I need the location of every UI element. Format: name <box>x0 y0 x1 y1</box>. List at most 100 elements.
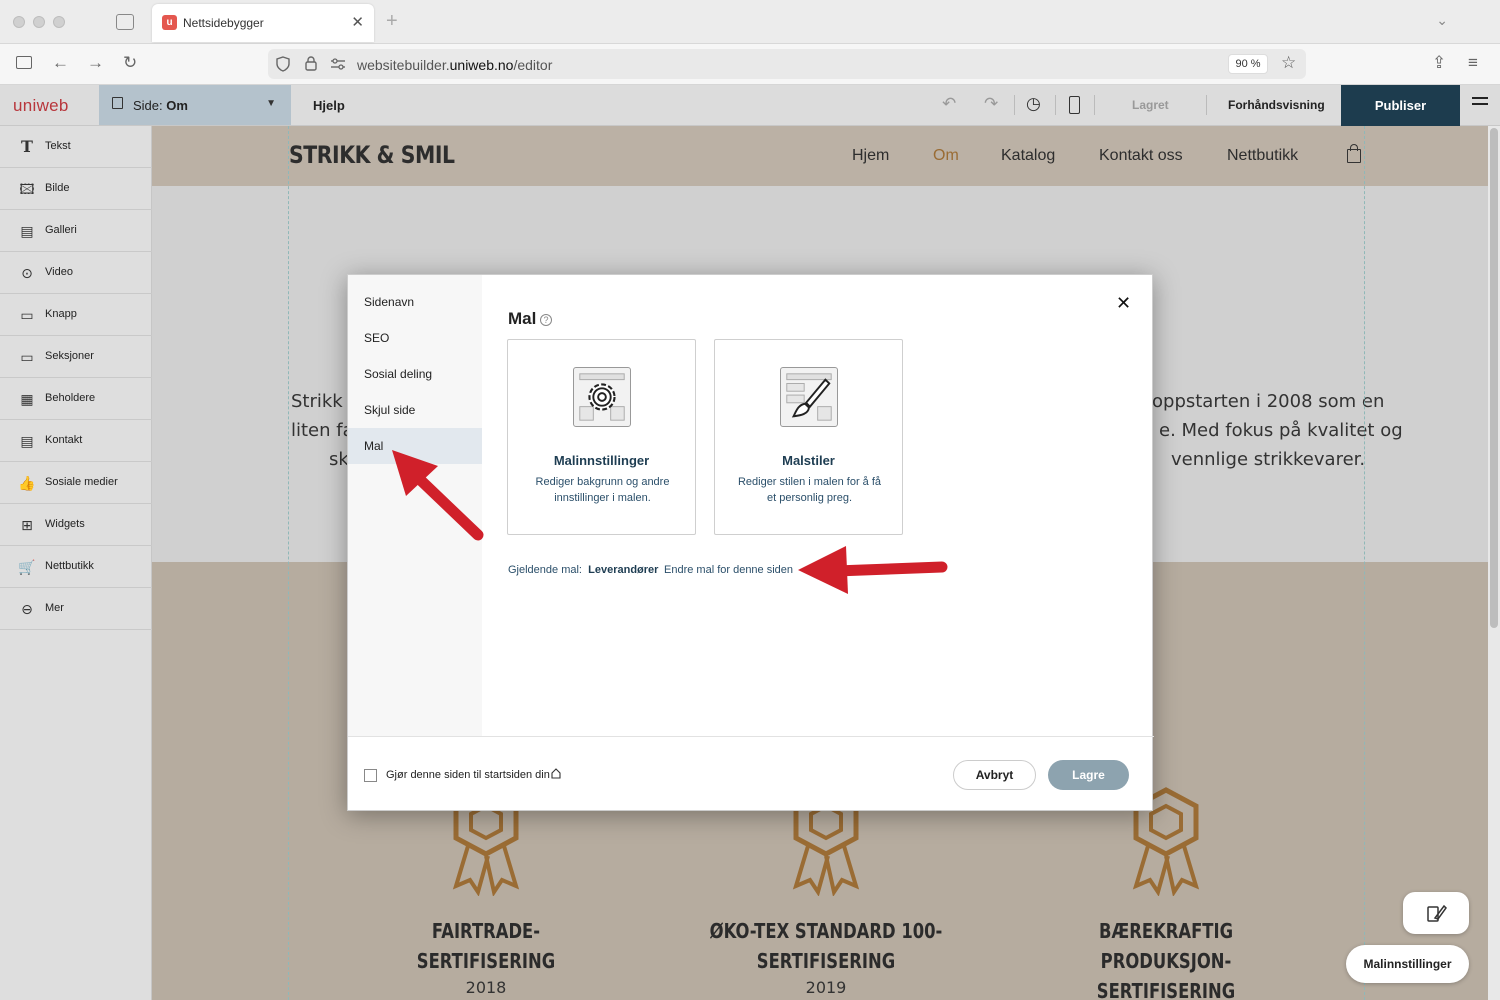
text-icon: T <box>21 137 33 156</box>
sidebar-item-kontakt[interactable]: ▤ Kontakt <box>0 420 152 462</box>
site-header[interactable]: STRIKK & SMIL Hjem Om Katalog Kontakt os… <box>152 126 1488 186</box>
sidebar-item-widgets[interactable]: ⊞ Widgets <box>0 504 152 546</box>
cart-icon: 🛒 <box>18 559 36 575</box>
mobile-view-icon[interactable] <box>1069 96 1080 114</box>
undo-icon[interactable]: ↶ <box>942 94 956 114</box>
nav-item-hjem[interactable]: Hjem <box>852 147 889 165</box>
new-tab-icon[interactable]: + <box>386 10 398 33</box>
hamburger-menu-icon[interactable] <box>1472 97 1488 111</box>
close-icon[interactable]: ✕ <box>1116 293 1131 314</box>
sidebar-item-sosiale-medier[interactable]: 👍 Sosiale medier <box>0 462 152 504</box>
body-text-left-3: sk <box>329 449 349 470</box>
body-text-right-2: e. Med fokus på kvalitet og <box>1159 420 1403 441</box>
nav-item-om[interactable]: Om <box>933 147 959 165</box>
sidebar-item-seksjoner[interactable]: ▭ Seksjoner <box>0 336 152 378</box>
video-icon: ⊙ <box>21 265 33 281</box>
element-sidebar: T Tekst 🖾 Bilde ▤ Galleri ⊙ Video ▭ Knapp ▭ Se… <box>0 126 152 1000</box>
award-year: 2019 <box>805 978 847 997</box>
nav-item-kontakt-oss[interactable]: Kontakt oss <box>1099 147 1183 165</box>
save-button[interactable]: Lagre <box>1048 760 1129 790</box>
help-link[interactable]: Hjelp <box>313 98 345 113</box>
tab-close-icon[interactable]: ✕ <box>351 13 364 31</box>
sidebar-item-tekst[interactable]: T Tekst <box>0 126 152 168</box>
sidebar-item-label: Knapp <box>45 308 77 320</box>
page-label: Side: <box>133 98 163 113</box>
cancel-button[interactable]: Avbryt <box>953 760 1036 790</box>
tab-overview-icon[interactable] <box>116 14 134 30</box>
scroll-thumb[interactable] <box>1490 128 1498 628</box>
sidebar-item-nettbutikk[interactable]: 🛒 Nettbutikk <box>0 546 152 588</box>
publish-button[interactable]: Publiser <box>1341 85 1460 126</box>
award-item: ØKO-TEX STANDARD 100- SERTIFISERING 2019 <box>681 916 971 997</box>
forward-arrow-icon[interactable]: → <box>87 53 104 73</box>
preview-button[interactable]: Forhåndsvisning <box>1228 98 1325 112</box>
card-description: Rediger stilen i malen for å få et perso… <box>737 476 882 504</box>
template-styles-icon <box>780 367 838 427</box>
reader-menu-icon[interactable]: ≡ <box>1468 53 1478 73</box>
button-icon: ▭ <box>20 307 34 323</box>
nav-item-nettbutikk[interactable]: Nettbutikk <box>1227 147 1298 165</box>
browser-toolbar: ← → ↻ websitebuilder.uniweb.no/editor 90… <box>0 44 1500 85</box>
sidebar-item-mer[interactable]: ⊖ Mer <box>0 588 152 630</box>
change-template-link[interactable]: Endre mal for denne siden <box>664 564 793 576</box>
card-description: Rediger bakgrunn og andre innstillinger … <box>535 476 670 504</box>
history-icon[interactable]: ◷ <box>1026 94 1041 114</box>
site-logo[interactable]: STRIKK & SMIL <box>289 141 455 169</box>
reload-icon[interactable]: ↻ <box>123 53 137 73</box>
containers-icon: ▦ <box>20 391 34 407</box>
sidebar-item-video[interactable]: ⊙ Video <box>0 252 152 294</box>
redo-icon[interactable]: ↷ <box>984 94 998 114</box>
window-zoom-button[interactable] <box>53 16 65 28</box>
modal-menu-sidenavn[interactable]: Sidenavn <box>348 284 482 320</box>
template-styles-card[interactable]: Malstiler Rediger stilen i malen for å f… <box>714 339 903 535</box>
site-settings-icon[interactable] <box>330 58 346 70</box>
set-homepage-checkbox[interactable] <box>364 769 377 782</box>
canvas-scrollbar[interactable] <box>1488 126 1500 1000</box>
award-title-line-2: SERTIFISERING <box>756 949 896 973</box>
more-icon: ⊖ <box>21 601 33 617</box>
address-bar[interactable]: websitebuilder.uniweb.no/editor 90 % ☆ <box>268 49 1306 79</box>
card-title: Malinnstillinger <box>553 453 650 468</box>
sidebar-item-label: Mer <box>45 602 64 614</box>
modal-menu-seo[interactable]: SEO <box>348 320 482 356</box>
page-selector-label: Side: Om <box>133 98 188 113</box>
modal-menu-skjul-side[interactable]: Skjul side <box>348 392 482 428</box>
page-selector[interactable]: Side: Om ▼ <box>99 85 291 125</box>
divider <box>1206 95 1207 115</box>
share-icon[interactable]: ⇪ <box>1432 53 1446 73</box>
back-arrow-icon[interactable]: ← <box>52 53 69 73</box>
window-close-button[interactable] <box>13 16 25 28</box>
modal-menu-sosial-deling[interactable]: Sosial deling <box>348 356 482 392</box>
uniweb-logo[interactable]: uniweb <box>13 96 69 116</box>
sidebar-toggle-icon[interactable] <box>16 56 32 69</box>
template-settings-card[interactable]: Malinnstillinger Rediger bakgrunn og and… <box>507 339 696 535</box>
sections-icon: ▭ <box>20 349 34 365</box>
modal-menu-mal[interactable]: Mal <box>348 428 482 464</box>
design-panel-button[interactable] <box>1403 892 1469 934</box>
page-name: Om <box>166 98 188 113</box>
sidebar-item-knapp[interactable]: ▭ Knapp <box>0 294 152 336</box>
sidebar-item-label: Sosiale medier <box>45 476 118 488</box>
zoom-level[interactable]: 90 % <box>1228 54 1268 74</box>
url-text: websitebuilder.uniweb.no/editor <box>357 57 552 73</box>
sidebar-item-beholdere[interactable]: ▦ Beholdere <box>0 378 152 420</box>
body-text-right-1: oppstarten i 2008 som en <box>1152 391 1385 412</box>
sidebar-item-bilde[interactable]: 🖾 Bilde <box>0 168 152 210</box>
sidebar-item-label: Kontakt <box>45 434 83 446</box>
browser-tab[interactable]: u Nettsidebygger ✕ <box>152 4 374 42</box>
shopping-bag-icon[interactable] <box>1347 144 1361 163</box>
body-text-right-3: vennlige strikkevarer. <box>1171 449 1366 470</box>
window-minimize-button[interactable] <box>33 16 45 28</box>
page-settings-modal: Sidenavn SEO Sosial deling Skjul side Ma… <box>347 274 1154 811</box>
body-text-left-2: liten fa <box>291 420 354 441</box>
chevron-down-icon[interactable]: ⌄ <box>1436 12 1448 29</box>
lock-icon <box>305 56 317 71</box>
modal-title: Mal <box>508 309 537 328</box>
content-guide-line <box>288 126 289 1000</box>
award-year: 2018 <box>465 978 507 997</box>
template-settings-button[interactable]: Malinnstillinger <box>1346 945 1469 983</box>
help-icon[interactable]: ? <box>540 314 552 326</box>
sidebar-item-galleri[interactable]: ▤ Galleri <box>0 210 152 252</box>
star-bookmark-icon[interactable]: ☆ <box>1281 53 1296 73</box>
nav-item-katalog[interactable]: Katalog <box>1001 147 1055 165</box>
